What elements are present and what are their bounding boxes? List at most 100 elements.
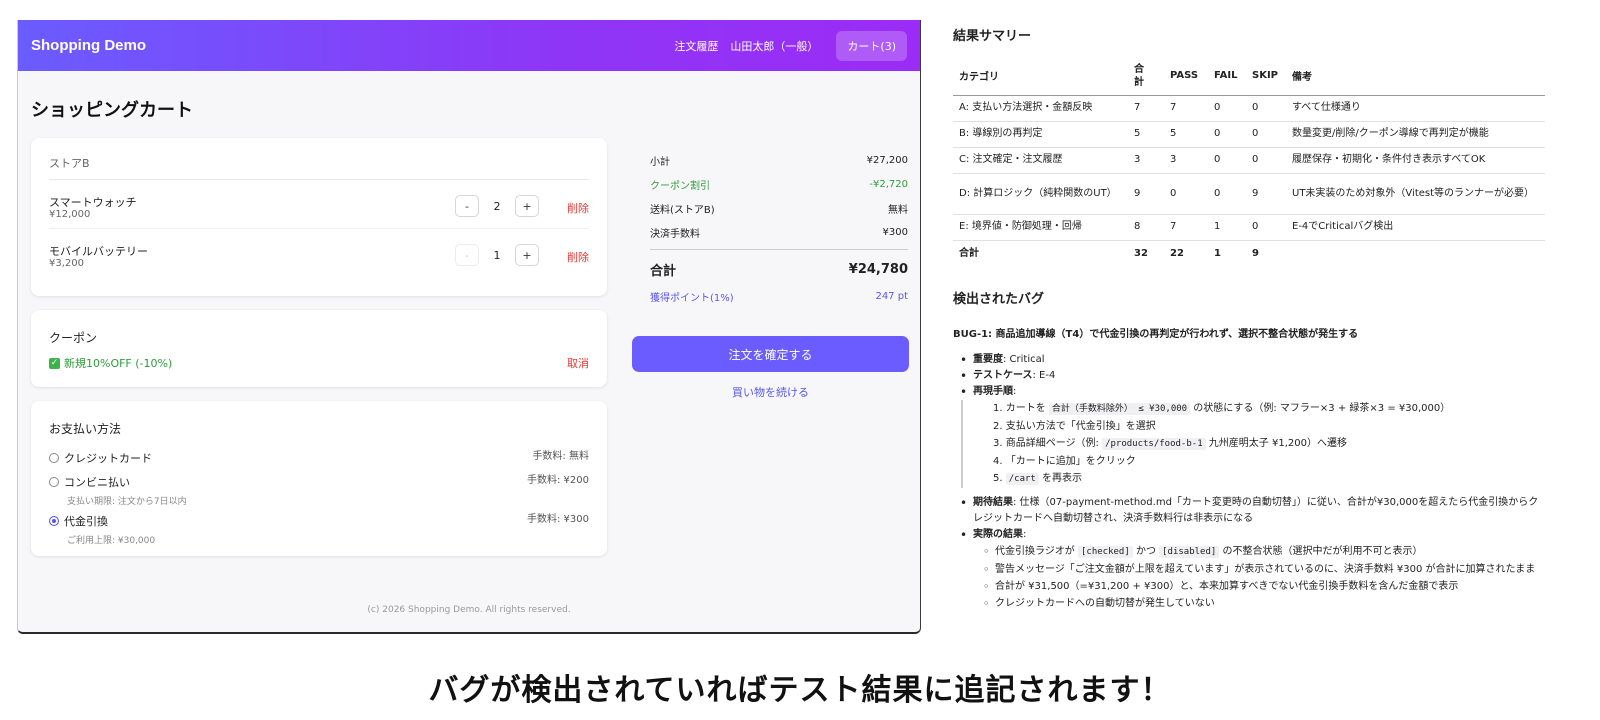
payment-method-card: お支払い方法 クレジットカード 手数料: 無料 コンビニ払い 手数料: ¥200… (31, 401, 607, 556)
table-cell: 0 (1246, 121, 1286, 148)
table-cell: 8 (1128, 214, 1164, 241)
table-header-row: カテゴリ 合計 PASS FAIL SKIP 備考 (953, 57, 1545, 96)
table-cell: D: 計算ロジック（純粋関数のUT） (953, 173, 1128, 215)
list-item: 5. /cart を再表示 (993, 473, 1083, 485)
payment-label: コンビニ払い (64, 476, 130, 489)
shipping-label: 送料(ストアB) (650, 204, 715, 216)
delete-button[interactable]: 削除 (567, 249, 589, 265)
table-cell: 0 (1208, 95, 1246, 122)
quantity-value: 1 (493, 248, 501, 262)
radio-button[interactable] (49, 453, 59, 463)
quantity-stepper: - 2 + (455, 195, 539, 217)
order-history-link[interactable]: 注文履歴 (674, 38, 718, 54)
table-cell: E: 境界値・防御処理・回帰 (953, 214, 1128, 241)
table-cell: 0 (1164, 173, 1208, 215)
coupon-discount-label: クーポン割引 (650, 180, 710, 192)
table-cell: 7 (1164, 95, 1208, 122)
payment-label: クレジットカード (64, 452, 152, 465)
table-cell: 1 (1214, 247, 1221, 259)
applied-coupon: ✓ 新規10%OFF (-10%) (49, 355, 172, 371)
list-item: クレジットカードへの自動切替が発生していない (983, 595, 1545, 612)
payment-fee: 手数料: ¥200 (527, 475, 589, 486)
table-cell: 0 (1208, 147, 1246, 174)
summary-heading: 結果サマリー (953, 29, 1032, 44)
coupon-cancel-button[interactable]: 取消 (567, 355, 589, 371)
results-table: カテゴリ 合計 PASS FAIL SKIP 備考 A: 支払い方法選択・金額反… (953, 57, 1545, 266)
payment-fee: 手数料: 無料 (532, 451, 589, 462)
table-cell: 数量変更/削除/クーポン導線で再判定が機能 (1286, 121, 1545, 148)
continue-shopping-link[interactable]: 買い物を続ける (632, 384, 909, 400)
shipping-row: 送料(ストアB) 無料 (650, 196, 908, 220)
decrease-button[interactable]: - (455, 244, 479, 266)
payment-option-cod[interactable]: 代金引換 手数料: ¥300 ご利用上限: ¥30,000 (49, 510, 589, 546)
payment-option-credit[interactable]: クレジットカード 手数料: 無料 (49, 447, 589, 466)
radio-button[interactable] (49, 477, 59, 487)
brand-logo[interactable]: Shopping Demo (31, 37, 146, 54)
column-header: PASS (1164, 57, 1208, 96)
payment-fee-value: ¥300 (882, 226, 908, 238)
testcase-value: : E-4 (1032, 370, 1056, 381)
bugs-heading: 検出されたバグ (953, 292, 1045, 307)
subtotal-value: ¥27,200 (866, 154, 908, 166)
radio-button-selected[interactable] (49, 516, 59, 526)
expected-label: 期待結果 (973, 497, 1013, 508)
coupon-discount-value: -¥2,720 (869, 178, 908, 190)
decrease-button[interactable]: - (455, 195, 479, 217)
subtotal-label: 小計 (650, 156, 670, 168)
repro-steps: 1. カートを 合計（手数料除外） ≤ ¥30,000 の状態にする（例: マフ… (961, 400, 1545, 488)
code-snippet: 合計（手数料除外） ≤ ¥30,000 (1048, 403, 1191, 415)
coupon-card: クーポン ✓ 新規10%OFF (-10%) 取消 (31, 310, 607, 387)
increase-button[interactable]: + (515, 244, 539, 266)
app-header: Shopping Demo 注文履歴 山田太郎（一般） カート(3) (18, 20, 920, 71)
table-cell (1286, 240, 1545, 266)
payment-note: ご利用上限: ¥30,000 (67, 536, 156, 546)
delete-button[interactable]: 削除 (567, 200, 589, 216)
table-cell: 9 (1246, 173, 1286, 215)
column-header: カテゴリ (953, 57, 1128, 96)
code-snippet: [checked] (1077, 546, 1133, 558)
table-cell: 3 (1128, 147, 1164, 174)
table-row: C: 注文確定・注文履歴 3 3 0 0 履歴保存・初期化・条件付き表示すべてOK (953, 147, 1545, 174)
actual-results: 代金引換ラジオが [checked] かつ [disabled] の不整合状態（… (973, 543, 1545, 612)
table-cell: 9 (1128, 173, 1164, 215)
code-snippet: /products/food-b-1 (1102, 438, 1206, 450)
bug-title: BUG-1: 商品追加導線（T4）で代金引換の再判定が行われず、選択不整合状態が… (953, 329, 1359, 340)
summary-divider (650, 249, 908, 250)
table-cell: 9 (1252, 247, 1259, 259)
table-cell: 1 (1208, 214, 1246, 241)
confirm-order-button[interactable]: 注文を確定する (632, 336, 909, 372)
table-cell: 0 (1246, 214, 1286, 241)
payment-fee-row: 決済手数料 ¥300 (650, 220, 908, 244)
table-cell: 7 (1164, 214, 1208, 241)
test-report: 結果サマリー カテゴリ 合計 PASS FAIL SKIP 備考 A: 支払い方… (953, 20, 1545, 612)
table-row: B: 導線別の再判定 5 5 0 0 数量変更/削除/クーポン導線で再判定が機能 (953, 121, 1545, 148)
table-cell: 5 (1128, 121, 1164, 148)
increase-button[interactable]: + (515, 195, 539, 217)
item-name: スマートウォッチ (49, 196, 137, 209)
table-cell: E-4でCriticalバグ検出 (1286, 214, 1545, 241)
table-cell: 合計 (959, 247, 979, 259)
table-cell: 0 (1246, 147, 1286, 174)
cart-button[interactable]: カート(3) (836, 30, 907, 61)
bug-details: 重要度: Critical テストケース: E-4 再現手順: 1. カートを … (953, 352, 1545, 612)
severity-label: 重要度 (973, 354, 1003, 365)
store-name: ストアB (49, 138, 589, 180)
points-value: 247 pt (875, 290, 908, 302)
table-cell: すべて仕様通り (1286, 95, 1545, 122)
table-cell: 履歴保存・初期化・条件付き表示すべてOK (1286, 147, 1545, 174)
item-price: ¥3,200 (49, 258, 84, 269)
user-name: 山田太郎（一般） (730, 39, 819, 53)
table-cell: 0 (1208, 173, 1246, 215)
steps-label: 再現手順 (973, 386, 1013, 397)
item-price: ¥12,000 (49, 209, 91, 220)
table-cell: 0 (1246, 95, 1286, 122)
table-row: 合計 32 22 1 9 (953, 240, 1545, 266)
check-icon: ✓ (49, 357, 60, 369)
table-cell: UT未実装のため対象外（Vitest等のランナーが必要） (1286, 173, 1545, 215)
table-cell: 0 (1208, 121, 1246, 148)
list-item: テストケース: E-4 (960, 368, 1545, 384)
table-cell: C: 注文確定・注文履歴 (953, 147, 1128, 174)
payment-option-convenience[interactable]: コンビニ払い 手数料: ¥200 支払い期限: 注文から7日以内 (49, 471, 589, 507)
coupon-name: 新規10%OFF (-10%) (64, 357, 173, 370)
table-cell: 3 (1164, 147, 1208, 174)
